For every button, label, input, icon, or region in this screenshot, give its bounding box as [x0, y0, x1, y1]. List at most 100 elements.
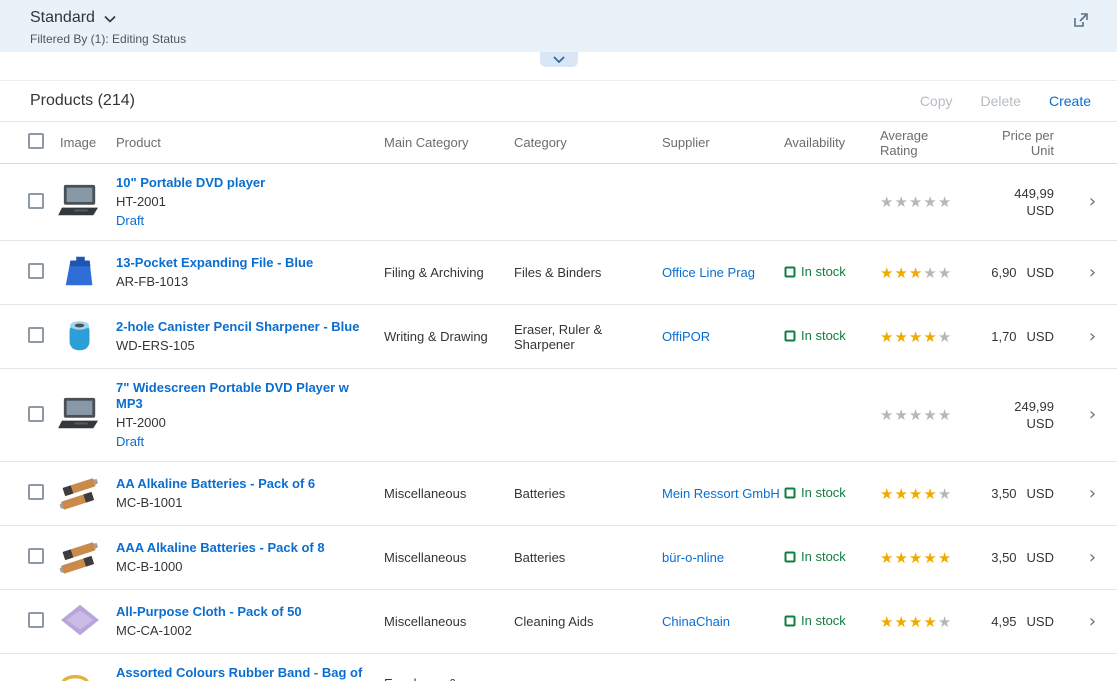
delete-button[interactable]: Delete — [981, 93, 1021, 109]
price-amount: 249,99 — [1014, 399, 1054, 414]
filter-info: Filtered By (1): Editing Status — [30, 32, 1087, 46]
table-header-row: Image Product Main Category Category Sup… — [0, 122, 1117, 164]
star-icon: ★ — [909, 550, 923, 567]
main-category — [376, 164, 506, 241]
supplier-link[interactable]: ChinaChain — [662, 614, 730, 629]
star-icon: ★ — [880, 329, 894, 346]
main-category: Envelopes & Packaging — [376, 654, 506, 681]
share-icon[interactable] — [1072, 12, 1089, 29]
product-name-link[interactable]: AAA Alkaline Batteries - Pack of 8 — [116, 540, 325, 556]
price-amount: 1,70 — [991, 329, 1016, 344]
price-per-unit: 6,90 USD — [980, 265, 1054, 280]
star-icon: ★ — [938, 407, 952, 424]
category: Batteries — [506, 526, 654, 590]
star-icon: ★ — [938, 194, 952, 211]
star-icon: ★ — [938, 550, 952, 567]
product-name-link[interactable]: 7" Widescreen Portable DVD Player w MP3 — [116, 380, 368, 412]
chevron-right-icon[interactable]: › — [1089, 547, 1096, 568]
supplier-link[interactable]: Office Line Prag — [662, 265, 755, 280]
product-name-link[interactable]: AA Alkaline Batteries - Pack of 6 — [116, 476, 315, 492]
main-category: Miscellaneous — [376, 462, 506, 526]
column-header-main-category: Main Category — [376, 122, 506, 164]
row-checkbox[interactable] — [28, 327, 44, 343]
rating-stars: ★★★★★ — [872, 590, 976, 654]
table-row[interactable]: Assorted Colours Rubber Band - Bag of 87… — [0, 654, 1117, 681]
table-row[interactable]: 13-Pocket Expanding File - Blue AR-FB-10… — [0, 241, 1117, 305]
create-button[interactable]: Create — [1049, 93, 1091, 109]
product-name-link[interactable]: 10" Portable DVD player — [116, 175, 265, 191]
star-icon: ★ — [880, 550, 894, 567]
chevron-down-icon — [553, 56, 565, 63]
supplier-link[interactable]: OffiPOR — [662, 329, 710, 344]
main-category: Filing & Archiving — [376, 241, 506, 305]
star-icon: ★ — [894, 486, 908, 503]
product-thumbnail — [57, 601, 103, 639]
row-checkbox[interactable] — [28, 193, 44, 209]
star-icon: ★ — [880, 407, 894, 424]
rating-stars: ★★★★★ — [872, 241, 976, 305]
product-id: MC-B-1001 — [116, 495, 368, 511]
chevron-right-icon[interactable]: › — [1089, 611, 1096, 632]
table-row[interactable]: 7" Widescreen Portable DVD Player w MP3 … — [0, 369, 1117, 462]
product-thumbnail — [57, 670, 103, 681]
row-checkbox[interactable] — [28, 263, 44, 279]
table-title: Products (214) — [30, 92, 135, 110]
chevron-right-icon[interactable]: › — [1089, 404, 1096, 425]
row-checkbox[interactable] — [28, 406, 44, 422]
supplier-link[interactable]: Mein Ressort GmbH — [662, 486, 780, 501]
row-checkbox[interactable] — [28, 484, 44, 500]
star-icon: ★ — [894, 407, 908, 424]
star-icon: ★ — [894, 329, 908, 346]
row-checkbox[interactable] — [28, 548, 44, 564]
star-icon: ★ — [880, 265, 894, 282]
star-icon: ★ — [938, 329, 952, 346]
star-icon: ★ — [923, 407, 937, 424]
product-name-link[interactable]: 13-Pocket Expanding File - Blue — [116, 255, 313, 271]
draft-status: Draft — [116, 213, 368, 229]
product-name-link[interactable]: All-Purpose Cloth - Pack of 50 — [116, 604, 302, 620]
chevron-down-icon[interactable] — [104, 15, 116, 23]
variant-selector[interactable]: Standard — [30, 9, 1087, 27]
price-currency: USD — [1027, 550, 1054, 565]
availability-icon — [784, 551, 796, 563]
copy-button[interactable]: Copy — [920, 93, 953, 109]
supplier-link[interactable]: bür-o-nline — [662, 550, 724, 565]
chevron-right-icon[interactable]: › — [1089, 262, 1096, 283]
category: Batteries — [506, 462, 654, 526]
product-id: HT-2000 — [116, 415, 368, 431]
table-row[interactable]: 10" Portable DVD player HT-2001 Draft ★★… — [0, 164, 1117, 241]
table-row[interactable]: All-Purpose Cloth - Pack of 50 MC-CA-100… — [0, 590, 1117, 654]
price-per-unit: 3,50 USD — [980, 550, 1054, 565]
chevron-right-icon[interactable]: › — [1089, 326, 1096, 347]
price-currency: USD — [1027, 416, 1054, 431]
rating-stars: ★★★★★ — [872, 164, 976, 241]
product-thumbnail — [57, 252, 103, 290]
table-body: 10" Portable DVD player HT-2001 Draft ★★… — [0, 164, 1117, 681]
collapse-header-button[interactable] — [540, 52, 578, 67]
star-icon: ★ — [894, 265, 908, 282]
product-name-link[interactable]: Assorted Colours Rubber Band - Bag of 87… — [116, 665, 368, 681]
chevron-right-icon[interactable]: › — [1089, 483, 1096, 504]
table-row[interactable]: AAA Alkaline Batteries - Pack of 8 MC-B-… — [0, 526, 1117, 590]
column-header-availability: Availability — [776, 122, 872, 164]
availability-status: In stock — [784, 613, 846, 628]
price-amount: 6,90 — [991, 265, 1016, 280]
select-all-checkbox[interactable] — [28, 133, 44, 149]
availability-icon — [784, 487, 796, 499]
availability-status: In stock — [784, 328, 846, 343]
product-thumbnail — [57, 473, 103, 511]
price-per-unit: 1,70 USD — [980, 329, 1054, 344]
star-icon: ★ — [909, 614, 923, 631]
price-amount: 4,95 — [991, 614, 1016, 629]
price-per-unit: 449,99 USD — [980, 186, 1054, 218]
product-name-link[interactable]: 2-hole Canister Pencil Sharpener - Blue — [116, 319, 359, 335]
chevron-right-icon[interactable]: › — [1089, 191, 1096, 212]
price-amount: 3,50 — [991, 486, 1016, 501]
row-checkbox[interactable] — [28, 612, 44, 628]
star-icon: ★ — [880, 614, 894, 631]
page-header: Standard Filtered By (1): Editing Status — [0, 0, 1117, 52]
table-row[interactable]: 2-hole Canister Pencil Sharpener - Blue … — [0, 305, 1117, 369]
rating-stars: ★★★★★ — [872, 526, 976, 590]
variant-title: Standard — [30, 9, 95, 27]
table-row[interactable]: AA Alkaline Batteries - Pack of 6 MC-B-1… — [0, 462, 1117, 526]
